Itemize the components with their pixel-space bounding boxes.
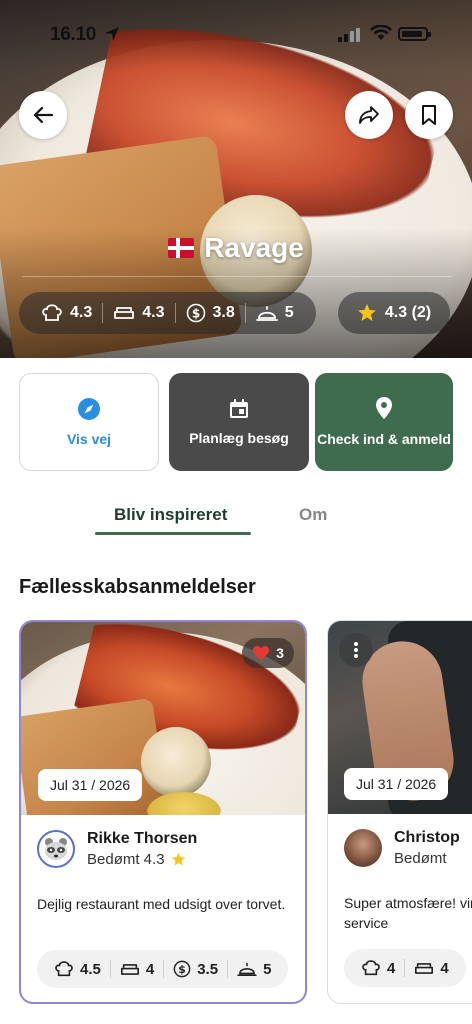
star-icon <box>171 852 185 866</box>
cloche-icon <box>237 962 257 977</box>
map-pin-icon <box>376 397 392 419</box>
overall-rating[interactable]: 4.3 (2) <box>338 292 450 334</box>
tab-inspiration[interactable]: Bliv inspireret <box>114 505 227 525</box>
food-rating: 4 <box>352 959 404 977</box>
price-rating: $ 3.8 <box>176 303 245 323</box>
review-card[interactable]: 3 Jul 31 / 2026 Rikke Thorsen Bedømt 4.3… <box>19 620 307 1004</box>
chef-hat-icon <box>42 304 62 321</box>
ambience-rating: 4 <box>405 960 457 977</box>
more-vertical-icon <box>354 642 358 658</box>
battery-icon <box>398 27 431 41</box>
dollar-icon: $ <box>186 303 205 323</box>
star-icon <box>357 304 376 321</box>
directions-button[interactable]: Vis vej <box>19 373 159 471</box>
service-rating: 5 <box>246 304 304 322</box>
wifi-icon <box>370 25 392 40</box>
dollar-icon: $ <box>173 960 191 978</box>
review-text: Super atmosfære! vin, kanon service <box>344 895 472 931</box>
status-bar: 16.10 <box>0 0 472 60</box>
svg-text:$: $ <box>178 963 186 976</box>
reviewer-name: Christop <box>394 829 460 846</box>
divider <box>22 276 452 277</box>
share-button[interactable] <box>345 91 393 139</box>
like-button[interactable]: 3 <box>242 638 294 668</box>
review-text: Dejlig restaurant med udsigt over torvet… <box>37 896 286 912</box>
review-date: Jul 31 / 2026 <box>344 768 449 800</box>
tab-bar: Bliv inspireret Om <box>0 505 472 535</box>
status-time: 16.10 <box>50 24 97 45</box>
review-ratings: 4.5 4 $ 3.5 5 <box>37 950 289 988</box>
ambience-rating: 4 <box>111 961 163 978</box>
compass-icon <box>78 398 100 420</box>
more-options-button[interactable] <box>339 633 373 667</box>
location-arrow-icon <box>105 27 119 41</box>
sofa-icon <box>114 307 135 319</box>
restaurant-title: Ravage <box>204 232 304 263</box>
share-icon <box>359 106 379 124</box>
svg-text:$: $ <box>191 307 199 321</box>
bookmark-icon <box>422 105 436 125</box>
ratings-summary: 4.3 4.3 $ 3.8 5 <box>19 292 316 334</box>
review-photo[interactable]: Jul 31 / 2026 <box>328 621 472 814</box>
action-buttons: Vis vej Planlæg besøg Check ind & anmeld <box>19 373 453 471</box>
ambience-rating: 4.3 <box>103 304 174 322</box>
avatar[interactable] <box>344 829 382 867</box>
reviewer-rating: Bedømt 4.3 <box>87 851 197 868</box>
raccoon-avatar-icon <box>45 838 67 860</box>
danish-flag-icon <box>168 238 195 258</box>
cloche-icon <box>255 306 278 321</box>
review-date: Jul 31 / 2026 <box>38 769 143 801</box>
arrow-left-icon <box>33 106 54 124</box>
review-ratings: 4 4 <box>344 949 466 987</box>
price-rating: $ 3.5 <box>164 960 227 978</box>
active-tab-indicator <box>95 532 251 535</box>
signal-icon <box>338 28 360 42</box>
service-rating: 5 <box>228 961 280 978</box>
review-card[interactable]: Jul 31 / 2026 Christop Bedømt Super atmo… <box>327 620 472 1004</box>
reviewer-name: Rikke Thorsen <box>87 830 198 847</box>
chef-hat-icon <box>55 961 73 977</box>
plan-visit-button[interactable]: Planlæg besøg <box>169 373 309 471</box>
reviewer-info[interactable]: Christop Bedømt <box>344 829 460 867</box>
food-rating: 4.5 <box>45 960 110 978</box>
review-photo[interactable]: 3 Jul 31 / 2026 <box>21 622 305 815</box>
section-title: Fællesskabsanmeldelser <box>19 576 256 598</box>
food-rating: 4.3 <box>31 303 102 323</box>
checkin-review-button[interactable]: Check ind & anmeld <box>315 373 453 471</box>
reviewer-rating: Bedømt <box>394 850 447 867</box>
tab-about[interactable]: Om <box>299 505 327 525</box>
back-button[interactable] <box>19 91 67 139</box>
reviewer-info[interactable]: Rikke Thorsen Bedømt 4.3 <box>37 830 197 868</box>
chef-hat-icon <box>362 960 380 976</box>
bookmark-button[interactable] <box>405 91 453 139</box>
sofa-icon <box>415 962 434 974</box>
heart-icon <box>253 646 270 660</box>
calendar-icon <box>230 399 248 418</box>
restaurant-title-row: Ravage <box>0 232 472 264</box>
avatar[interactable] <box>37 830 75 868</box>
sofa-icon <box>120 963 139 975</box>
